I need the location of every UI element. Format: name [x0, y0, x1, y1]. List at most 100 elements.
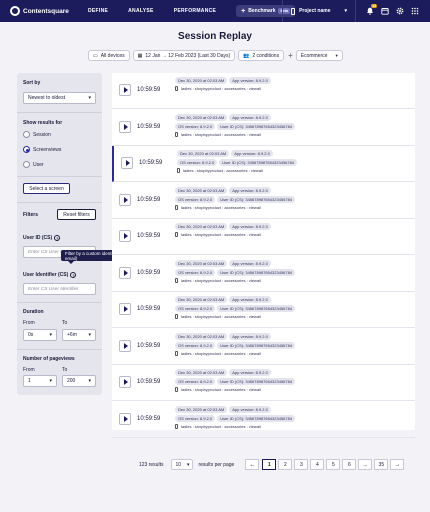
- play-icon[interactable]: [119, 412, 131, 425]
- session-duration: 10:59:59: [137, 269, 161, 276]
- session-duration: 10:59:59: [137, 87, 161, 93]
- calendar-icon[interactable]: [380, 7, 389, 16]
- sort-select[interactable]: Newest to oldest ▾: [23, 92, 96, 104]
- pageviews-to-select[interactable]: 200 ▾: [62, 375, 96, 387]
- user-identifier-input[interactable]: Enter CS User Identifier: [23, 283, 96, 295]
- user-id-tag: User ID (CS): 345678987654323456784: [217, 122, 296, 130]
- play-icon[interactable]: [119, 120, 131, 133]
- apps-grid-icon[interactable]: [410, 7, 419, 16]
- radio-label: User: [33, 161, 44, 168]
- project-selector[interactable]: Project name ▾: [282, 0, 356, 22]
- app-version-tag: App version: 8.9.2.0: [229, 405, 271, 413]
- notifications-icon[interactable]: 14: [365, 3, 377, 16]
- user-id-tag: User ID (CS): 345678987654323456784: [217, 305, 296, 312]
- info-icon[interactable]: ?: [70, 272, 77, 278]
- play-icon[interactable]: [119, 339, 131, 352]
- app-version-tag: App version: 8.9.2.0: [229, 223, 271, 230]
- reset-filters-button[interactable]: Reset filters: [57, 209, 96, 220]
- nav-define[interactable]: DEFINE: [88, 8, 108, 14]
- radio-screenviews[interactable]: Screenviews: [23, 146, 61, 153]
- mobile-device-icon: [175, 387, 178, 392]
- session-row[interactable]: 10:59:59 Dec 30, 2020 at 02:03 AM App vers…: [112, 402, 415, 438]
- session-duration: 10:59:59: [139, 160, 163, 166]
- brand[interactable]: Contentsquare: [10, 6, 84, 16]
- show-results-label: Show results for: [23, 120, 63, 126]
- session-row[interactable]: 10:59:59 Dec 30, 2020 at 02:03 AM App vers…: [112, 73, 415, 109]
- session-path: ladies : shopbyproduct : accessories : v…: [175, 86, 411, 91]
- session-date-tag: Dec 30, 2020 at 02:03 AM: [175, 296, 228, 303]
- page-button[interactable]: 35: [374, 459, 389, 470]
- benchmark-label: Benchmark: [248, 8, 276, 14]
- users-icon: 👥: [243, 52, 250, 59]
- radio-session[interactable]: Session: [23, 131, 51, 138]
- nav-performance[interactable]: PERFORMANCE: [174, 8, 216, 14]
- session-path: ladies : shopbyproduct : accessories : v…: [175, 131, 411, 137]
- page-button[interactable]: 4: [310, 459, 325, 470]
- pageviews-label: Number of pageviews: [23, 356, 75, 362]
- page-button[interactable]: 3: [294, 459, 309, 470]
- session-tags: Dec 30, 2020 at 02:03 AM App version: 8.9…: [175, 186, 411, 210]
- duration-to-select[interactable]: +6m ▾: [62, 329, 96, 341]
- segment-select[interactable]: Ecommerce ▾: [295, 50, 343, 61]
- mobile-device-icon: [175, 86, 178, 91]
- play-icon[interactable]: [119, 84, 131, 96]
- mobile-device-icon: [175, 350, 178, 356]
- play-icon[interactable]: [119, 303, 131, 315]
- session-duration: 10:59:59: [137, 379, 161, 385]
- duration-from-select[interactable]: 0s ▾: [23, 329, 57, 341]
- session-row[interactable]: 10:59:59 Dec 30, 2020 at 02:03 AM App vers…: [112, 183, 415, 219]
- user-id-tag: User ID (CS): 345678987654323456784: [217, 195, 296, 203]
- app-version-tag: App version: 8.9.2.0: [229, 296, 271, 303]
- path-text: ladies : shopbyproduct : accessories : v…: [181, 86, 261, 91]
- play-icon[interactable]: [119, 230, 131, 242]
- duration-to-label: To: [62, 320, 68, 326]
- play-icon[interactable]: [121, 157, 133, 169]
- session-date-tag: Dec 30, 2020 at 02:03 AM: [175, 113, 228, 121]
- pageviews-from-select[interactable]: 1 ▾: [23, 375, 57, 387]
- page-ellipsis: ...: [358, 459, 373, 470]
- mobile-device-icon: [175, 204, 178, 210]
- session-row[interactable]: 10:59:59 Dec 30, 2020 at 02:03 AM App vers…: [112, 256, 415, 292]
- radio-icon: [23, 161, 30, 168]
- info-icon[interactable]: ?: [54, 235, 61, 241]
- page-button[interactable]: 2: [278, 459, 293, 470]
- session-row[interactable]: 10:59:59 Dec 30, 2020 at 02:03 AM App vers…: [112, 329, 415, 365]
- session-path: ladies : shopbyproduct : accessories : v…: [175, 423, 411, 429]
- page-button[interactable]: 5: [326, 459, 341, 470]
- chevron-down-icon: ▾: [335, 52, 338, 58]
- session-tags: Dec 30, 2020 at 02:03 AM App version: 8.9…: [175, 223, 411, 237]
- play-icon[interactable]: [119, 266, 131, 279]
- session-row[interactable]: 10:59:59 Dec 30, 2020 at 02:03 AM App vers…: [112, 365, 415, 401]
- page-button[interactable]: 6: [342, 459, 357, 470]
- app-version-tag: App version: 8.9.2.0: [231, 150, 273, 157]
- settings-gear-icon[interactable]: [395, 7, 404, 16]
- app-version-tag: App version: 8.9.2.0: [229, 259, 271, 267]
- select-screen-button[interactable]: Select a screen: [23, 183, 70, 194]
- devices-filter[interactable]: ▭ All devices: [88, 50, 130, 61]
- nav-analyse[interactable]: ANALYSE: [128, 8, 154, 14]
- conditions-filter[interactable]: 👥 2 conditions: [238, 50, 285, 61]
- play-icon[interactable]: [119, 376, 131, 388]
- session-row[interactable]: 10:59:59 Dec 30, 2020 at 02:03 AM App vers…: [112, 292, 415, 328]
- date-range-filter[interactable]: ▦ 12 Jan → 12 Feb 2023 (Last 30 Days): [132, 50, 236, 61]
- add-filter-icon[interactable]: +: [288, 51, 293, 60]
- prev-page-icon[interactable]: ←: [245, 459, 260, 470]
- session-path: ladies : shopbyproduct : accessories : v…: [175, 314, 411, 319]
- session-row[interactable]: 10:59:59 Dec 30, 2020 at 02:03 AM App vers…: [112, 146, 415, 182]
- next-page-icon[interactable]: →: [390, 459, 405, 470]
- chevron-down-icon: ▾: [88, 95, 91, 101]
- session-row[interactable]: 10:59:59 Dec 30, 2020 at 02:03 AM App vers…: [112, 110, 415, 146]
- session-date-tag: Dec 30, 2020 at 02:03 AM: [175, 332, 228, 340]
- play-icon[interactable]: [119, 193, 131, 206]
- page-button[interactable]: 1: [262, 459, 277, 470]
- session-tags: Dec 30, 2020 at 02:03 AM App version: 8.9…: [175, 259, 411, 283]
- radio-user[interactable]: User: [23, 161, 44, 168]
- path-text: ladies : shopbyproduct : accessories : v…: [183, 168, 263, 173]
- session-row[interactable]: 10:59:59 Dec 30, 2020 at 02:03 AM App vers…: [112, 219, 415, 255]
- pagination: 123 results 10 ▾ results per page ← 1234…: [139, 459, 405, 470]
- results-count: 123 results: [139, 461, 164, 468]
- per-page-select[interactable]: 10 ▾: [171, 459, 194, 470]
- session-tags: Dec 30, 2020 at 02:03 AM App version: 8.9…: [175, 332, 411, 356]
- session-date-tag: Dec 30, 2020 at 02:03 AM: [175, 77, 228, 84]
- session-date-tag: Dec 30, 2020 at 02:03 AM: [175, 186, 228, 194]
